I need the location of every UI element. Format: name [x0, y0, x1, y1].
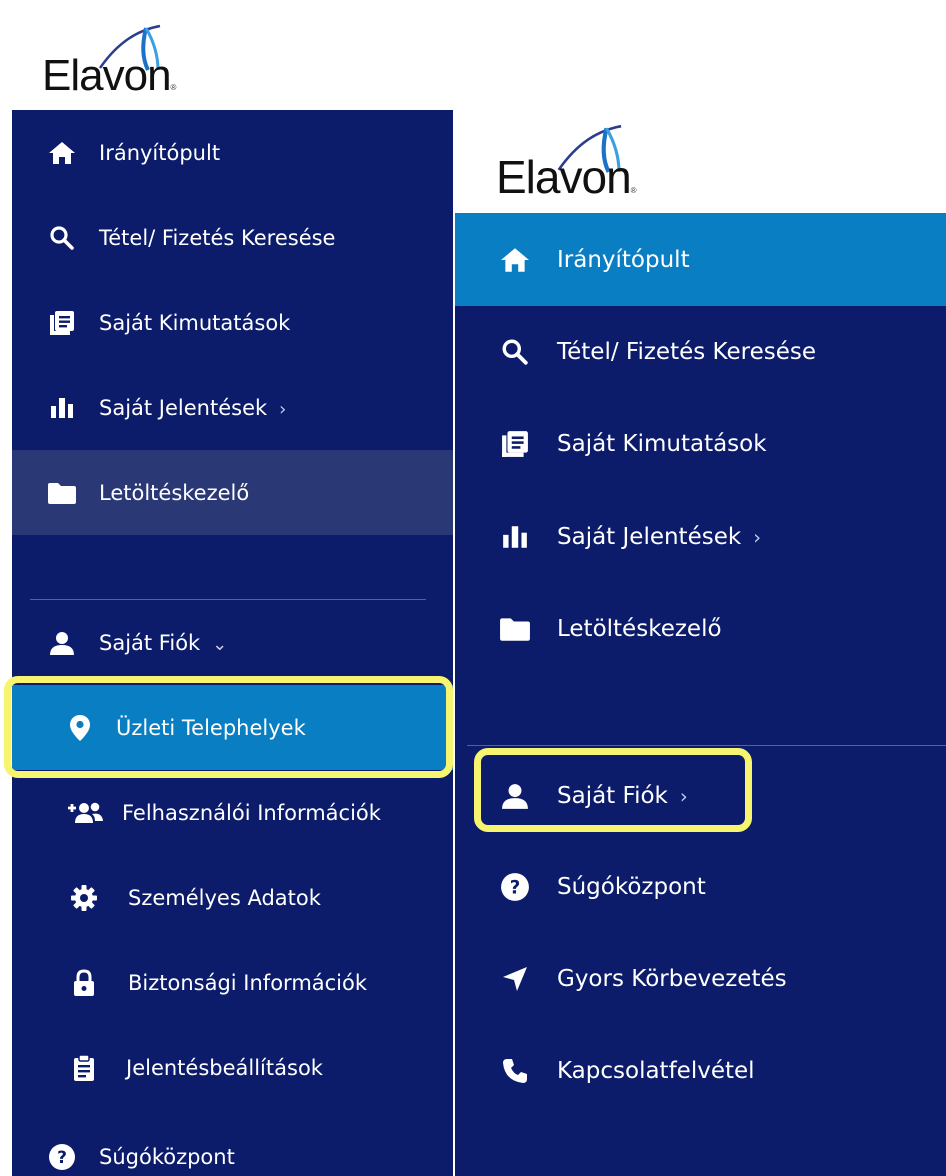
left-sidebar: Irányítópult Tétel/ Fizetés Keresése Saj… [12, 110, 453, 1176]
gear-icon [68, 882, 100, 914]
svg-text:?: ? [57, 1148, 67, 1168]
menu-item-label: Letöltéskezelő [557, 616, 722, 642]
right-menu-download-manager[interactable]: Letöltéskezelő [455, 583, 946, 675]
clipboard-icon [68, 1052, 100, 1084]
elavon-logo-right: Elavon® [496, 122, 666, 200]
left-submenu-report-settings[interactable]: Jelentésbeállítások [12, 1025, 453, 1110]
left-menu-search[interactable]: Tétel/ Fizetés Keresése [12, 195, 453, 280]
navigation-arrow-icon [499, 963, 531, 995]
location-pin-icon [64, 712, 96, 744]
left-menu-reports[interactable]: Saját Jelentések › [12, 365, 453, 450]
menu-item-label: Saját Fiók › [557, 783, 688, 809]
menu-item-label: Tétel/ Fizetés Keresése [557, 339, 816, 365]
registered-mark: ® [630, 186, 637, 195]
user-icon [46, 627, 78, 659]
left-menu-dashboard[interactable]: Irányítópult [12, 110, 453, 195]
registered-mark: ® [170, 83, 177, 92]
help-icon: ? [46, 1141, 78, 1173]
left-submenu-personal-data[interactable]: Személyes Adatok [12, 855, 453, 940]
statements-icon [46, 307, 78, 339]
chevron-right-icon: › [753, 525, 761, 549]
menu-item-label: Tétel/ Fizetés Keresése [99, 225, 336, 250]
menu-item-label: Saját Jelentések › [557, 523, 761, 550]
menu-item-label: Saját Kimutatások [557, 431, 767, 457]
phone-icon [499, 1055, 531, 1087]
brand-name: Elavon [42, 51, 172, 100]
menu-item-label: Irányítópult [557, 246, 690, 273]
menu-item-label: Üzleti Telephelyek [116, 715, 306, 740]
right-menu-statements[interactable]: Saját Kimutatások [455, 398, 946, 490]
chevron-right-icon: › [679, 785, 688, 808]
add-users-icon [66, 797, 106, 829]
menu-item-label: Gyors Körbevezetés [557, 966, 787, 992]
menu-item-label: Felhasználói Információk [122, 800, 381, 825]
right-menu-account[interactable]: Saját Fiók › [455, 750, 946, 842]
left-submenu-security-information[interactable]: Biztonsági Információk [12, 940, 453, 1025]
left-submenu-user-information[interactable]: Felhasználói Információk [12, 770, 453, 855]
menu-item-label: Súgóközpont [557, 874, 706, 900]
svg-text:?: ? [510, 877, 521, 898]
search-icon [499, 336, 531, 368]
folder-icon [499, 613, 531, 645]
search-icon [46, 222, 78, 254]
chevron-down-icon: ⌄ [212, 633, 228, 655]
right-menu-help-center[interactable]: ? Súgóközpont [455, 841, 946, 933]
menu-item-label: Saját Kimutatások [99, 310, 291, 335]
left-submenu-business-locations[interactable]: Üzleti Telephelyek [12, 685, 453, 770]
right-sidebar: Irányítópult Tétel/ Fizetés Keresése Saj… [455, 213, 946, 1176]
right-menu-dashboard[interactable]: Irányítópult [455, 213, 946, 306]
menu-item-label: Letöltéskezelő [99, 480, 250, 505]
menu-divider [467, 745, 946, 746]
right-menu-search[interactable]: Tétel/ Fizetés Keresése [455, 306, 946, 398]
elavon-logo: Elavon® [42, 22, 202, 98]
help-icon: ? [499, 871, 531, 903]
brand-name: Elavon [496, 151, 632, 203]
statements-icon [499, 428, 531, 460]
right-menu-contact[interactable]: Kapcsolatfelvétel [455, 1025, 946, 1117]
left-menu-download-manager[interactable]: Letöltéskezelő [12, 450, 453, 535]
menu-item-label: Saját Fiók ⌄ [99, 630, 228, 655]
folder-icon [46, 477, 78, 509]
lock-icon [68, 967, 100, 999]
menu-item-label: Súgóközpont [99, 1144, 235, 1169]
menu-item-label: Személyes Adatok [128, 885, 321, 910]
home-icon [46, 137, 78, 169]
bar-chart-icon [499, 521, 531, 553]
menu-item-label: Irányítópult [99, 140, 221, 165]
menu-item-label: Jelentésbeállítások [126, 1055, 323, 1080]
menu-item-label: Saját Jelentések › [99, 395, 287, 420]
menu-item-label: Kapcsolatfelvétel [557, 1058, 755, 1084]
menu-item-label: Biztonsági Információk [128, 970, 368, 995]
left-menu-account[interactable]: Saját Fiók ⌄ [12, 600, 453, 685]
right-menu-reports[interactable]: Saját Jelentések › [455, 490, 946, 583]
bar-chart-icon [46, 392, 78, 424]
left-menu-statements[interactable]: Saját Kimutatások [12, 280, 453, 365]
chevron-right-icon: › [279, 398, 287, 420]
user-icon [499, 780, 531, 812]
right-menu-quick-tour[interactable]: Gyors Körbevezetés [455, 933, 946, 1025]
left-menu-help-center[interactable]: ? Súgóközpont [12, 1114, 453, 1176]
home-icon [499, 244, 531, 276]
